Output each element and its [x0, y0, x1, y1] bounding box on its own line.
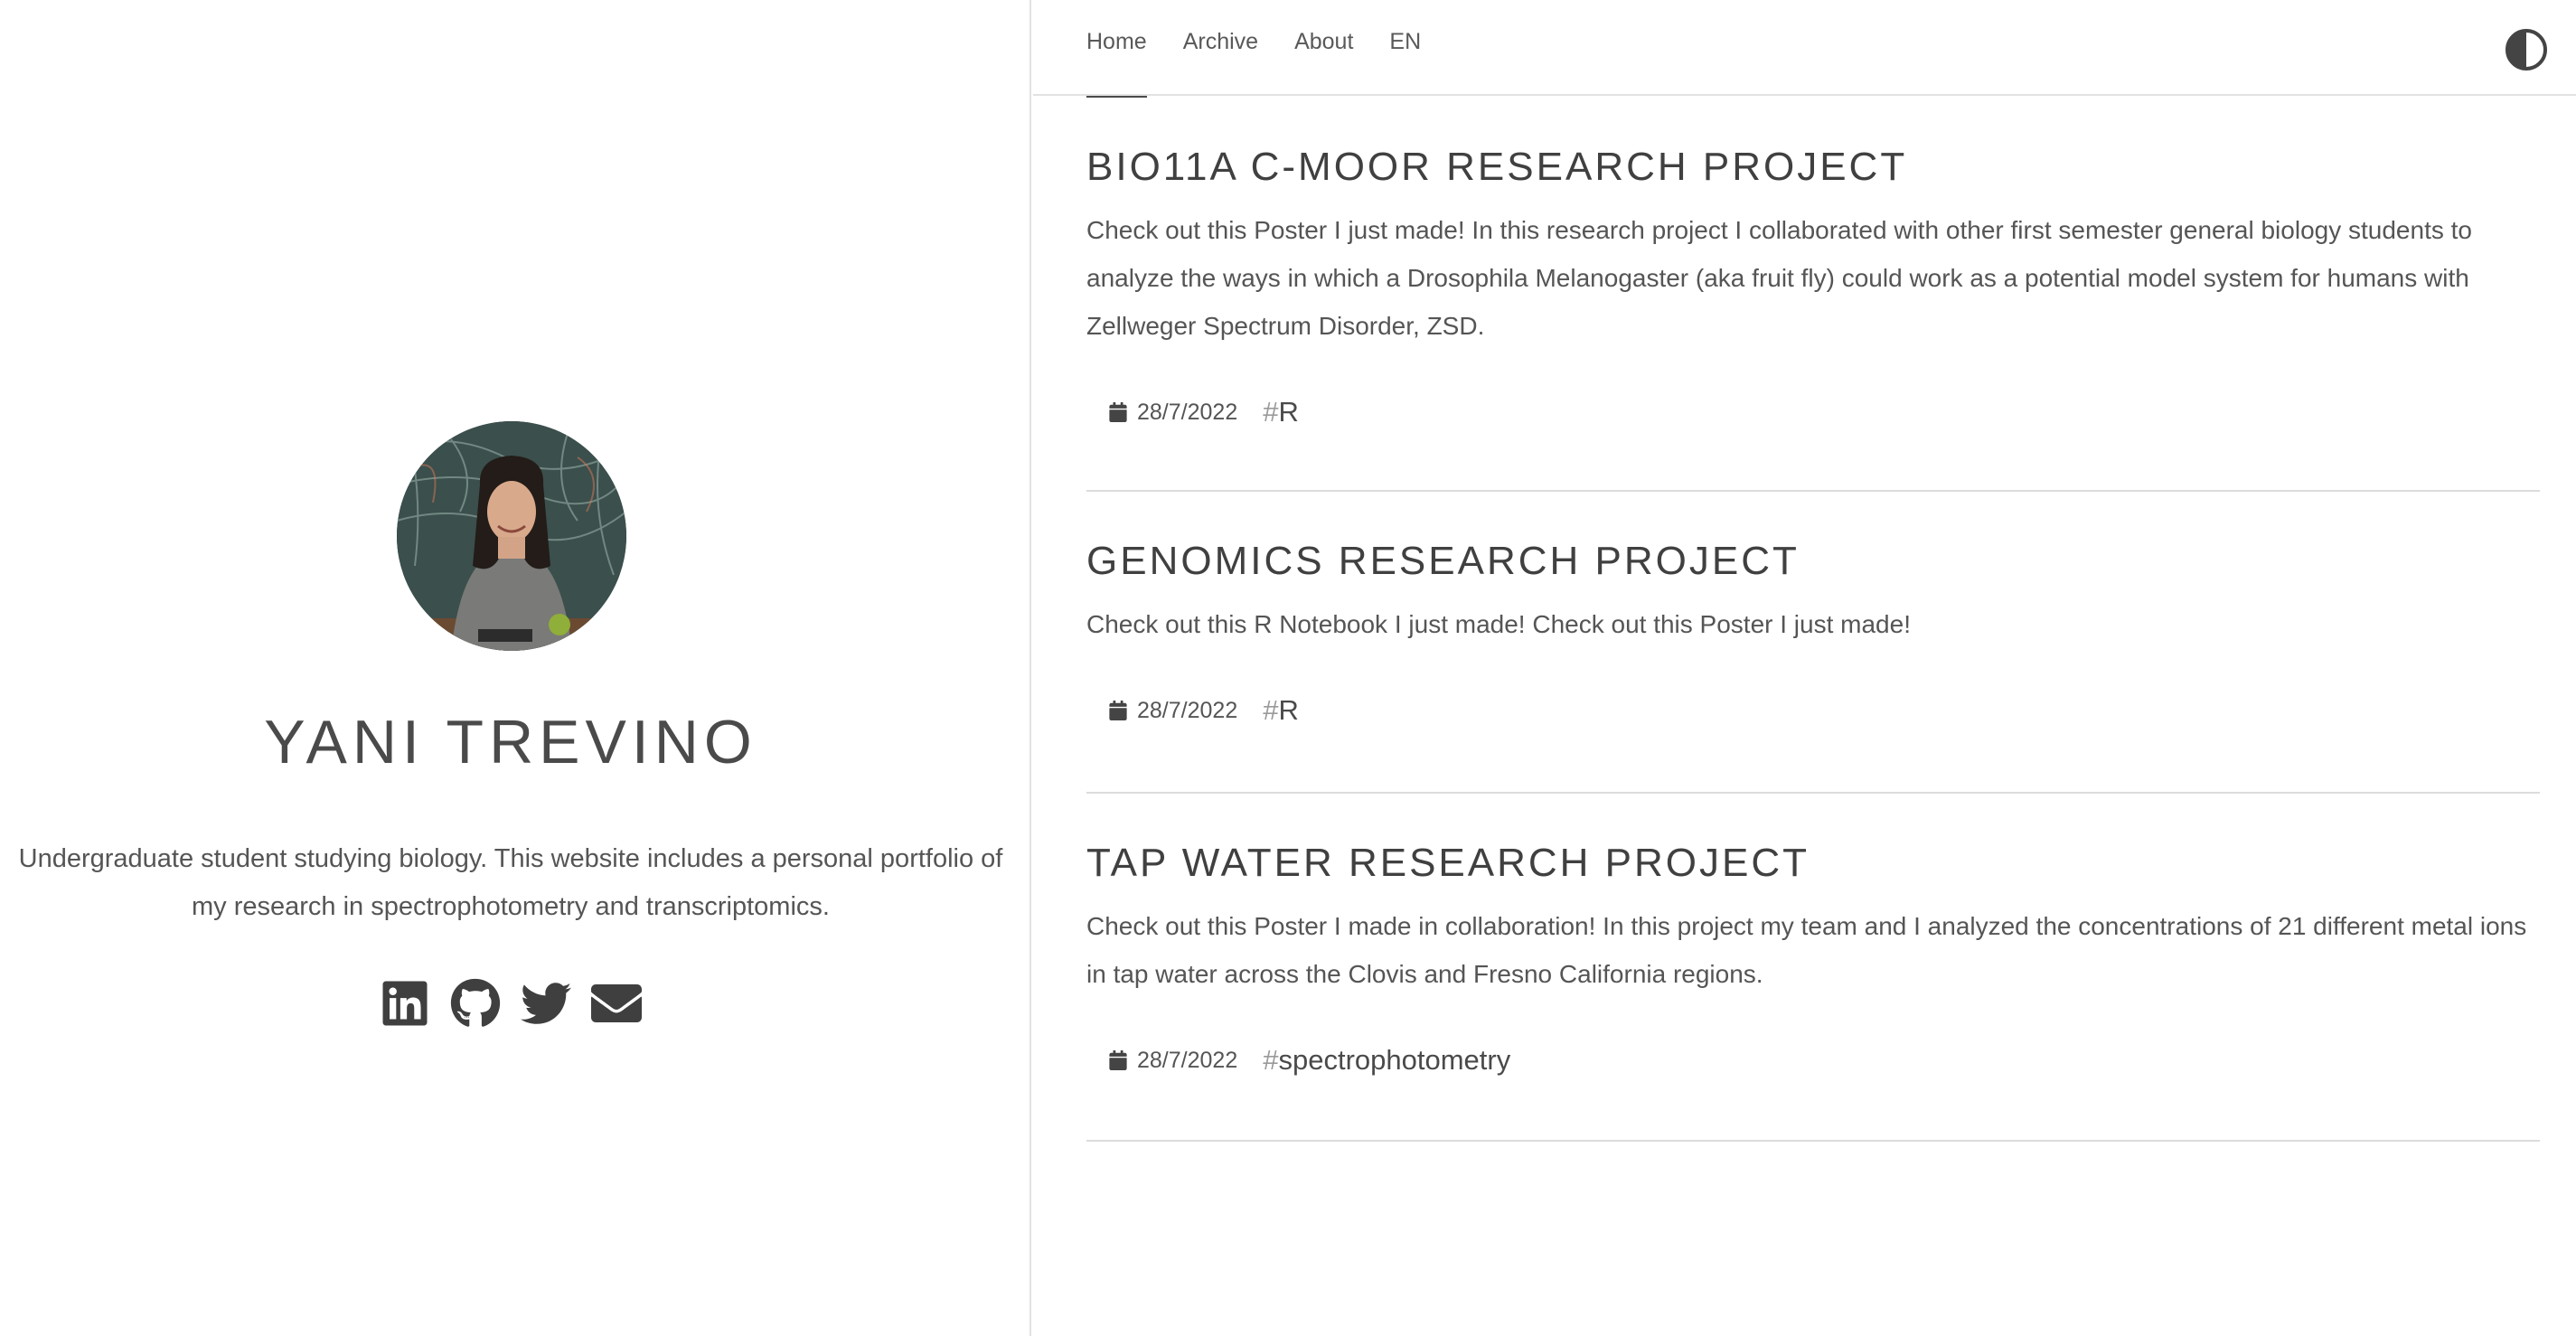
- calendar-icon: [1109, 402, 1127, 422]
- tag-label: R: [1278, 694, 1299, 726]
- post-date-text: 28/7/2022: [1137, 1047, 1238, 1073]
- post-item: TAP WATER RESEARCH PROJECT Check out thi…: [1086, 794, 2540, 1142]
- post-meta: 28/7/2022 #spectrophotometry: [1086, 998, 2540, 1085]
- post-tag[interactable]: #R: [1263, 694, 1299, 727]
- calendar-icon: [1109, 701, 1127, 720]
- post-tag[interactable]: #spectrophotometry: [1263, 1044, 1510, 1077]
- tag-hash: #: [1263, 396, 1279, 428]
- profile-name: YANI TREVINO: [264, 708, 757, 776]
- social-links: [0, 978, 1021, 1029]
- post-date: 28/7/2022: [1108, 400, 1237, 426]
- avatar: [397, 421, 626, 651]
- post-summary: Check out this R Notebook I just made! C…: [1086, 610, 1911, 638]
- post-meta: 28/7/2022 #R: [1086, 648, 2540, 735]
- email-link[interactable]: [591, 978, 642, 1029]
- contrast-icon: [2505, 29, 2547, 71]
- profile-panel: YANI TREVINO Undergraduate student study…: [0, 0, 1031, 1336]
- post-date: 28/7/2022: [1108, 698, 1237, 724]
- nav-item-home[interactable]: Home: [1086, 29, 1147, 98]
- post-date: 28/7/2022: [1108, 1048, 1237, 1074]
- github-link[interactable]: [450, 978, 501, 1029]
- top-nav: Home Archive About EN: [1033, 0, 2576, 98]
- post-date-text: 28/7/2022: [1137, 399, 1238, 425]
- twitter-icon: [521, 983, 571, 1024]
- post-item: GENOMICS RESEARCH PROJECT Check out this…: [1086, 492, 2540, 794]
- email-icon: [591, 984, 642, 1022]
- nav-item-about[interactable]: About: [1294, 29, 1353, 89]
- post-meta: 28/7/2022 #R: [1086, 350, 2540, 437]
- twitter-link[interactable]: [521, 978, 571, 1029]
- post-item: BIO11A C-MOOR RESEARCH PROJECT Check out…: [1086, 98, 2540, 492]
- page: YANI TREVINO Undergraduate student study…: [0, 0, 2576, 1336]
- post-title[interactable]: BIO11A C-MOOR RESEARCH PROJECT: [1086, 98, 2540, 190]
- tag-label: spectrophotometry: [1278, 1044, 1511, 1076]
- post-summary: Check out this Poster I made in collabor…: [1086, 912, 2527, 988]
- post-summary: Check out this Poster I just made! In th…: [1086, 216, 2472, 340]
- nav-menu: Home Archive About EN: [1086, 29, 1421, 98]
- nav-item-archive[interactable]: Archive: [1183, 29, 1258, 89]
- calendar-icon: [1109, 1050, 1127, 1070]
- github-icon: [450, 978, 501, 1027]
- tag-hash: #: [1263, 1044, 1279, 1076]
- linkedin-link[interactable]: [380, 978, 430, 1029]
- post-list: BIO11A C-MOOR RESEARCH PROJECT Check out…: [1086, 98, 2540, 1142]
- nav-item-language[interactable]: EN: [1389, 29, 1421, 89]
- post-tag[interactable]: #R: [1263, 396, 1299, 428]
- profile-bio: Undergraduate student studying biology. …: [18, 844, 1003, 921]
- linkedin-icon: [382, 981, 428, 1026]
- tag-label: R: [1278, 396, 1299, 428]
- post-date-text: 28/7/2022: [1137, 697, 1238, 723]
- post-title[interactable]: GENOMICS RESEARCH PROJECT: [1086, 492, 2540, 584]
- avatar-image: [397, 421, 626, 651]
- tag-hash: #: [1263, 694, 1279, 726]
- post-title[interactable]: TAP WATER RESEARCH PROJECT: [1086, 794, 2540, 886]
- theme-toggle-button[interactable]: [2504, 27, 2549, 72]
